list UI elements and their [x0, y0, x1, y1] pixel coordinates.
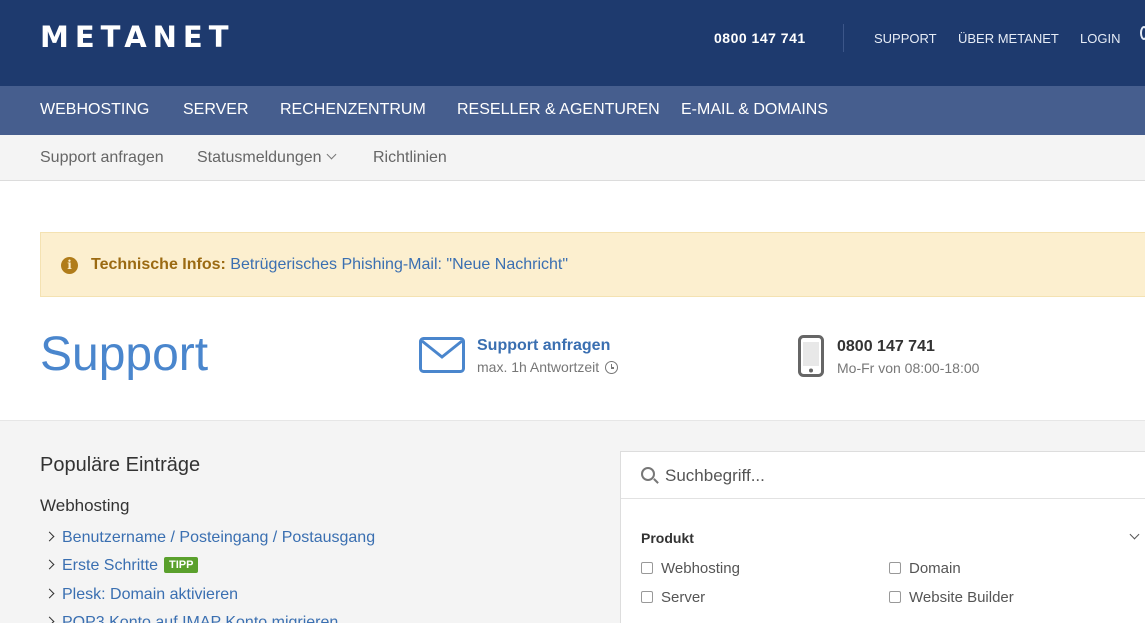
alert-phishing-link[interactable]: Betrügerisches Phishing-Mail: "Neue Nach… [230, 256, 568, 273]
chevron-down-icon [326, 149, 336, 160]
filter-option-label: Domain [909, 560, 961, 577]
envelope-icon[interactable] [419, 337, 465, 373]
chevron-right-icon [44, 588, 55, 599]
clock-icon [605, 361, 619, 374]
response-time-label: max. 1h Antwortzeit [477, 359, 600, 375]
language-globe-icon[interactable] [1140, 26, 1145, 40]
header-link-login[interactable]: LOGIN [1080, 31, 1120, 46]
nav-item-rechenzentrum[interactable]: RECHENZENTRUM [280, 101, 426, 119]
popular-entry[interactable]: Plesk: Domain aktivieren [44, 586, 238, 604]
search-input[interactable] [665, 464, 1125, 488]
support-request-link[interactable]: Support anfragen [477, 337, 610, 355]
hotline-number[interactable]: 0800 147 741 [837, 338, 935, 356]
technical-info-alert: i Technische Infos: Betrügerisches Phish… [40, 232, 1145, 297]
filter-product-title[interactable]: Produkt [641, 530, 694, 546]
subnav-support-anfragen[interactable]: Support anfragen [40, 149, 164, 167]
tipp-badge: TIPP [164, 557, 199, 573]
chevron-right-icon [44, 531, 55, 542]
popular-entry[interactable]: Benutzername / Posteingang / Postausgang [44, 529, 375, 547]
alert-label: Technische Infos: [91, 256, 226, 273]
chevron-down-icon[interactable] [1129, 529, 1140, 540]
popular-entry[interactable]: Erste Schritte TIPP [44, 557, 199, 575]
popular-entry-label[interactable]: Plesk: Domain aktivieren [62, 586, 238, 603]
popular-entry-label[interactable]: Benutzername / Posteingang / Postausgang [62, 529, 375, 546]
filter-option-label: Website Builder [909, 589, 1014, 606]
popular-category-webhosting: Webhosting [40, 496, 130, 515]
filter-option-domain[interactable]: Domain [889, 560, 961, 577]
checkbox[interactable] [889, 562, 901, 574]
subnav-richtlinien[interactable]: Richtlinien [373, 149, 447, 167]
header-divider [843, 24, 844, 52]
nav-item-server[interactable]: SERVER [183, 101, 249, 119]
subnav-statusmeldungen-label: Statusmeldungen [197, 149, 322, 166]
popular-entry-label[interactable]: POP3 Konto auf IMAP Konto migrieren [62, 614, 338, 623]
checkbox[interactable] [889, 591, 901, 603]
checkbox[interactable] [641, 591, 653, 603]
response-time: max. 1h Antwortzeit [477, 359, 619, 375]
filter-option-webhosting[interactable]: Webhosting [641, 560, 740, 577]
checkbox[interactable] [641, 562, 653, 574]
metanet-logo[interactable]: METANET [40, 20, 235, 54]
filter-option-server[interactable]: Server [641, 589, 705, 606]
smartphone-icon [798, 335, 824, 377]
header-phone-number[interactable]: 0800 147 741 [714, 30, 806, 46]
chevron-right-icon [44, 616, 55, 623]
nav-item-reseller-agenturen[interactable]: RESELLER & AGENTUREN [457, 101, 660, 119]
top-header: METANET 0800 147 741 SUPPORT ÜBER METANE… [0, 0, 1145, 86]
search-filter-panel: Produkt Webhosting Domain Server Website… [620, 451, 1145, 623]
page-title: Support [40, 328, 209, 381]
alert-text: Technische Infos: Betrügerisches Phishin… [91, 256, 568, 274]
search-icon [641, 467, 655, 481]
nav-item-email-domains[interactable]: E-MAIL & DOMAINS [681, 101, 828, 119]
sub-navigation: Support anfragen Statusmeldungen Richtli… [0, 135, 1145, 181]
search-bar [621, 452, 1145, 499]
info-icon: i [61, 257, 78, 274]
popular-entry[interactable]: POP3 Konto auf IMAP Konto migrieren [44, 614, 338, 623]
filter-option-label: Webhosting [661, 560, 740, 577]
filter-option-website-builder[interactable]: Website Builder [889, 589, 1014, 606]
filter-option-label: Server [661, 589, 706, 606]
header-link-support[interactable]: SUPPORT [874, 31, 937, 46]
subnav-statusmeldungen[interactable]: Statusmeldungen [197, 149, 336, 167]
popular-entries-title: Populäre Einträge [40, 454, 201, 476]
hotline-hours: Mo-Fr von 08:00-18:00 [837, 360, 980, 376]
header-link-ueber-metanet[interactable]: ÜBER METANET [958, 31, 1059, 46]
main-navigation: WEBHOSTING SERVER RECHENZENTRUM RESELLER… [0, 86, 1145, 135]
popular-entry-label[interactable]: Erste Schritte [62, 557, 158, 574]
chevron-right-icon [44, 559, 55, 570]
nav-item-webhosting[interactable]: WEBHOSTING [40, 101, 149, 119]
